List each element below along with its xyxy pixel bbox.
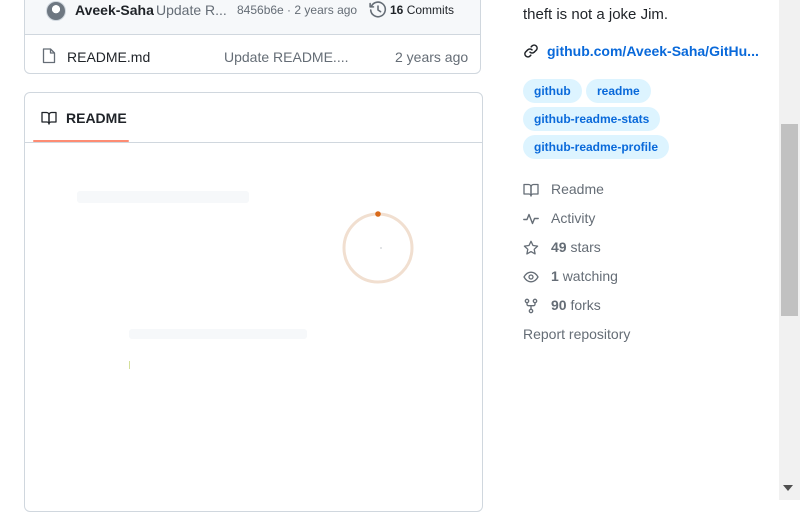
stars-label: stars bbox=[570, 239, 601, 255]
commits-count: 16 bbox=[390, 3, 404, 17]
eye-icon bbox=[523, 271, 539, 283]
watching-label: watching bbox=[562, 268, 618, 284]
repo-link-text: github.com/Aveek-Saha/GitHu... bbox=[547, 43, 759, 59]
topic-github-readme-stats[interactable]: github-readme-stats bbox=[523, 107, 661, 131]
topic-github-readme-profile[interactable]: github-readme-profile bbox=[523, 135, 670, 159]
file-name-link[interactable]: README.md bbox=[67, 49, 150, 65]
readme-label: Readme bbox=[551, 181, 604, 197]
commits-link[interactable]: 16 Commits bbox=[390, 3, 454, 17]
file-row[interactable]: README.md Update README.... 2 years ago bbox=[25, 35, 480, 75]
latest-commit-row: Aveek-Saha Update R... 8456b6e · 2 years… bbox=[25, 0, 480, 35]
commits-label: Commits bbox=[406, 3, 455, 17]
scroll-down-arrow-icon[interactable] bbox=[783, 485, 793, 491]
file-age: 2 years ago bbox=[395, 49, 469, 65]
readme-tab-label: README bbox=[66, 110, 127, 126]
forks-label: forks bbox=[570, 297, 601, 313]
repo-website-link[interactable]: github.com/Aveek-Saha/GitHu... bbox=[523, 43, 759, 59]
repo-description: theft is not a joke Jim. bbox=[523, 6, 669, 23]
commit-message-link[interactable]: Update R... bbox=[156, 2, 227, 18]
watching-count: 1 bbox=[551, 268, 559, 284]
file-icon bbox=[42, 48, 56, 64]
tab-readme[interactable]: README bbox=[33, 93, 129, 142]
readme-divider bbox=[25, 142, 482, 143]
pulse-icon bbox=[523, 213, 539, 225]
placeholder-line bbox=[77, 191, 249, 203]
stars-count: 49 bbox=[551, 239, 567, 255]
book-icon bbox=[41, 111, 57, 125]
file-commit-message[interactable]: Update README.... bbox=[224, 49, 349, 65]
placeholder-mark bbox=[129, 361, 130, 369]
topic-github[interactable]: github bbox=[523, 79, 582, 103]
history-icon bbox=[369, 1, 387, 18]
report-repository-link[interactable]: Report repository bbox=[523, 326, 630, 342]
readme-panel: README bbox=[24, 92, 483, 512]
avatar[interactable] bbox=[46, 1, 66, 21]
activity-label: Activity bbox=[551, 210, 596, 226]
commit-author-link[interactable]: Aveek-Saha bbox=[75, 2, 154, 18]
book-icon bbox=[523, 183, 539, 197]
commit-meta[interactable]: 8456b6e · 2 years ago bbox=[237, 3, 357, 17]
fork-icon bbox=[524, 298, 538, 314]
scrollbar-thumb[interactable] bbox=[781, 124, 798, 316]
placeholder-line bbox=[129, 329, 307, 339]
star-icon bbox=[523, 240, 539, 255]
topic-readme[interactable]: readme bbox=[586, 79, 651, 103]
loading-spinner-icon bbox=[342, 211, 414, 284]
file-listing: Aveek-Saha Update R... 8456b6e · 2 years… bbox=[24, 0, 481, 74]
forks-count: 90 bbox=[551, 297, 567, 313]
link-icon bbox=[524, 44, 538, 58]
